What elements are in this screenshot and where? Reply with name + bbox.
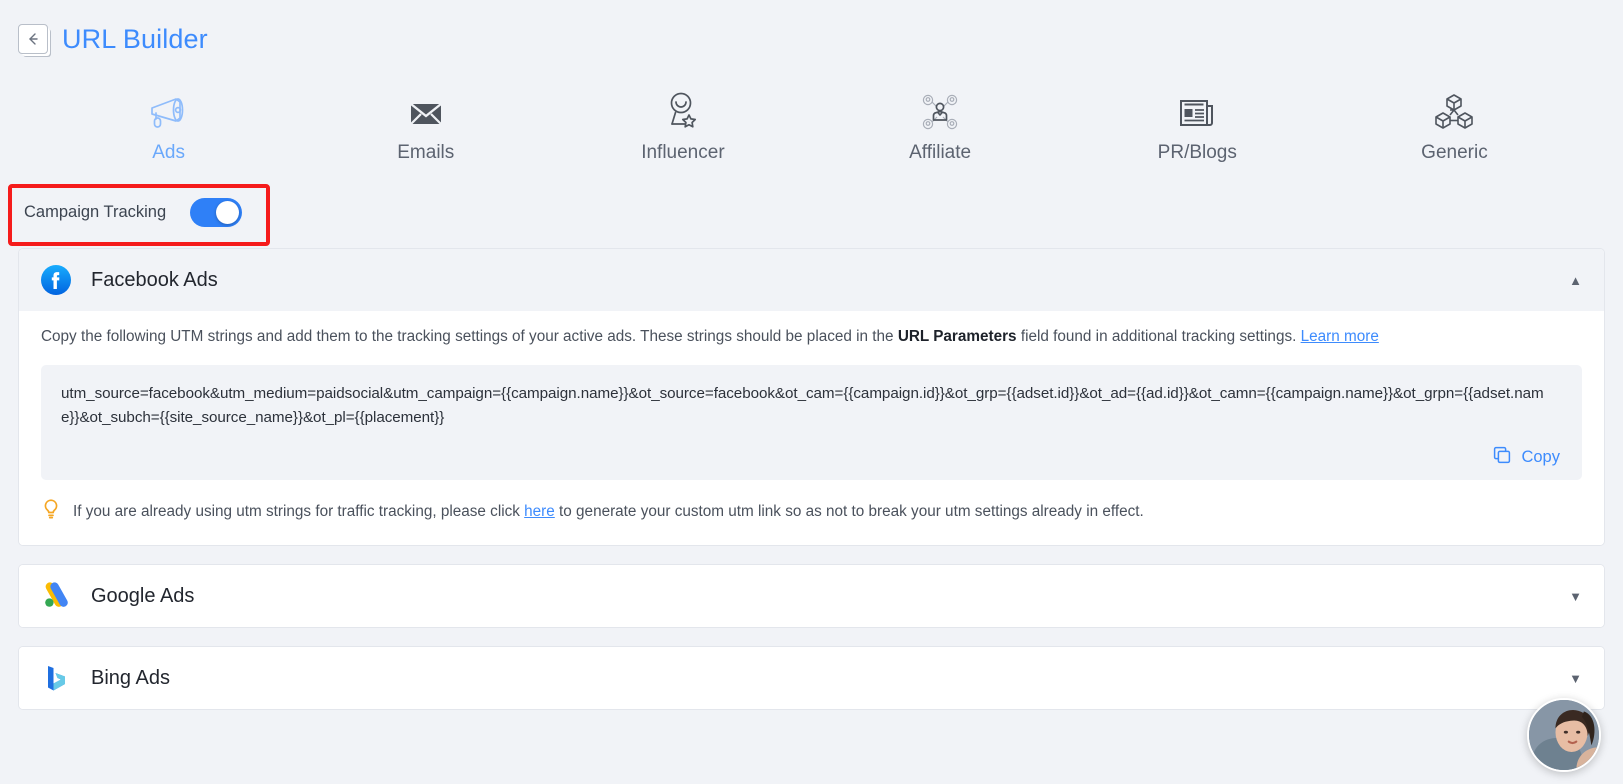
- tab-label: Affiliate: [909, 142, 972, 163]
- description-text-part2: field found in additional tracking setti…: [1016, 328, 1301, 345]
- bing-icon: [41, 663, 71, 693]
- tab-label: Ads: [152, 142, 185, 163]
- campaign-tracking-toggle[interactable]: [190, 198, 243, 227]
- tab-label: Influencer: [641, 142, 725, 163]
- tab-generic[interactable]: Generic: [1326, 87, 1583, 170]
- card-description: Copy the following UTM strings and add t…: [41, 325, 1582, 350]
- card-body-facebook-ads: Copy the following UTM strings and add t…: [19, 311, 1604, 546]
- utm-string-box: utm_source=facebook&utm_medium=paidsocia…: [41, 364, 1582, 481]
- chevron-up-icon[interactable]: ▲: [1569, 274, 1582, 287]
- newspaper-icon: [1174, 87, 1220, 133]
- back-button[interactable]: [18, 24, 48, 54]
- utm-hint-row: If you are already using utm strings for…: [41, 498, 1582, 525]
- copy-icon: [1492, 445, 1512, 470]
- tab-affiliate[interactable]: Affiliate: [812, 87, 1069, 170]
- toggle-knob: [216, 201, 240, 224]
- hint-part1: If you are already using utm strings for…: [73, 502, 525, 520]
- card-title: Bing Ads: [91, 666, 170, 689]
- card-header-facebook-ads[interactable]: Facebook Ads ▲: [19, 249, 1604, 311]
- card-facebook-ads: Facebook Ads ▲ Copy the following UTM st…: [18, 248, 1605, 547]
- channel-tabs: Ads Emails Influencer Affiliate PR/Blogs…: [0, 60, 1623, 170]
- tab-label: Generic: [1421, 142, 1488, 163]
- learn-more-link[interactable]: Learn more: [1301, 328, 1379, 345]
- tab-ads[interactable]: Ads: [40, 87, 297, 170]
- page-title: URL Builder: [62, 23, 208, 54]
- campaign-tracking-row: Campaign Tracking: [22, 192, 244, 233]
- utm-string-text[interactable]: utm_source=facebook&utm_medium=paidsocia…: [61, 382, 1562, 431]
- here-link[interactable]: here: [524, 503, 555, 520]
- lightbulb-icon: [41, 498, 61, 525]
- support-avatar[interactable]: [1527, 698, 1601, 772]
- tab-label: PR/Blogs: [1157, 142, 1237, 163]
- campaign-tracking-label: Campaign Tracking: [24, 203, 167, 221]
- influencer-icon: [660, 87, 706, 133]
- page-header: URL Builder: [0, 0, 1623, 60]
- utm-hint-text: If you are already using utm strings for…: [73, 503, 1144, 521]
- card-bing-ads: Bing Ads ▼: [18, 646, 1605, 711]
- card-google-ads: Google Ads ▼: [18, 564, 1605, 629]
- card-title: Google Ads: [91, 584, 195, 607]
- description-bold-term: URL Parameters: [897, 328, 1017, 345]
- chevron-down-icon[interactable]: ▼: [1569, 590, 1582, 603]
- campaign-tracking-section: Campaign Tracking: [0, 184, 1623, 248]
- card-header-bing-ads[interactable]: Bing Ads ▼: [19, 647, 1604, 710]
- card-title: Facebook Ads: [91, 268, 218, 291]
- card-header-google-ads[interactable]: Google Ads ▼: [19, 565, 1604, 628]
- hint-part2: to generate your custom utm link so as n…: [554, 502, 1144, 520]
- avatar-image: [1529, 700, 1599, 770]
- facebook-icon: [41, 265, 71, 295]
- megaphone-icon: [146, 87, 192, 133]
- google-ads-icon: [41, 581, 71, 611]
- cubes-icon: [1431, 87, 1477, 133]
- back-arrow-icon: [29, 33, 38, 45]
- tab-label: Emails: [397, 142, 455, 163]
- copy-button[interactable]: Copy: [61, 445, 1562, 470]
- copy-label: Copy: [1521, 448, 1560, 467]
- description-text-part1: Copy the following UTM strings and add t…: [41, 328, 898, 345]
- channel-cards: Facebook Ads ▲ Copy the following UTM st…: [0, 248, 1623, 711]
- chevron-down-icon[interactable]: ▼: [1569, 672, 1582, 685]
- affiliate-network-icon: [917, 87, 963, 133]
- tab-emails[interactable]: Emails: [297, 87, 554, 170]
- tab-influencer[interactable]: Influencer: [554, 87, 811, 170]
- tab-pr-blogs[interactable]: PR/Blogs: [1069, 87, 1326, 170]
- envelope-icon: [403, 87, 449, 133]
